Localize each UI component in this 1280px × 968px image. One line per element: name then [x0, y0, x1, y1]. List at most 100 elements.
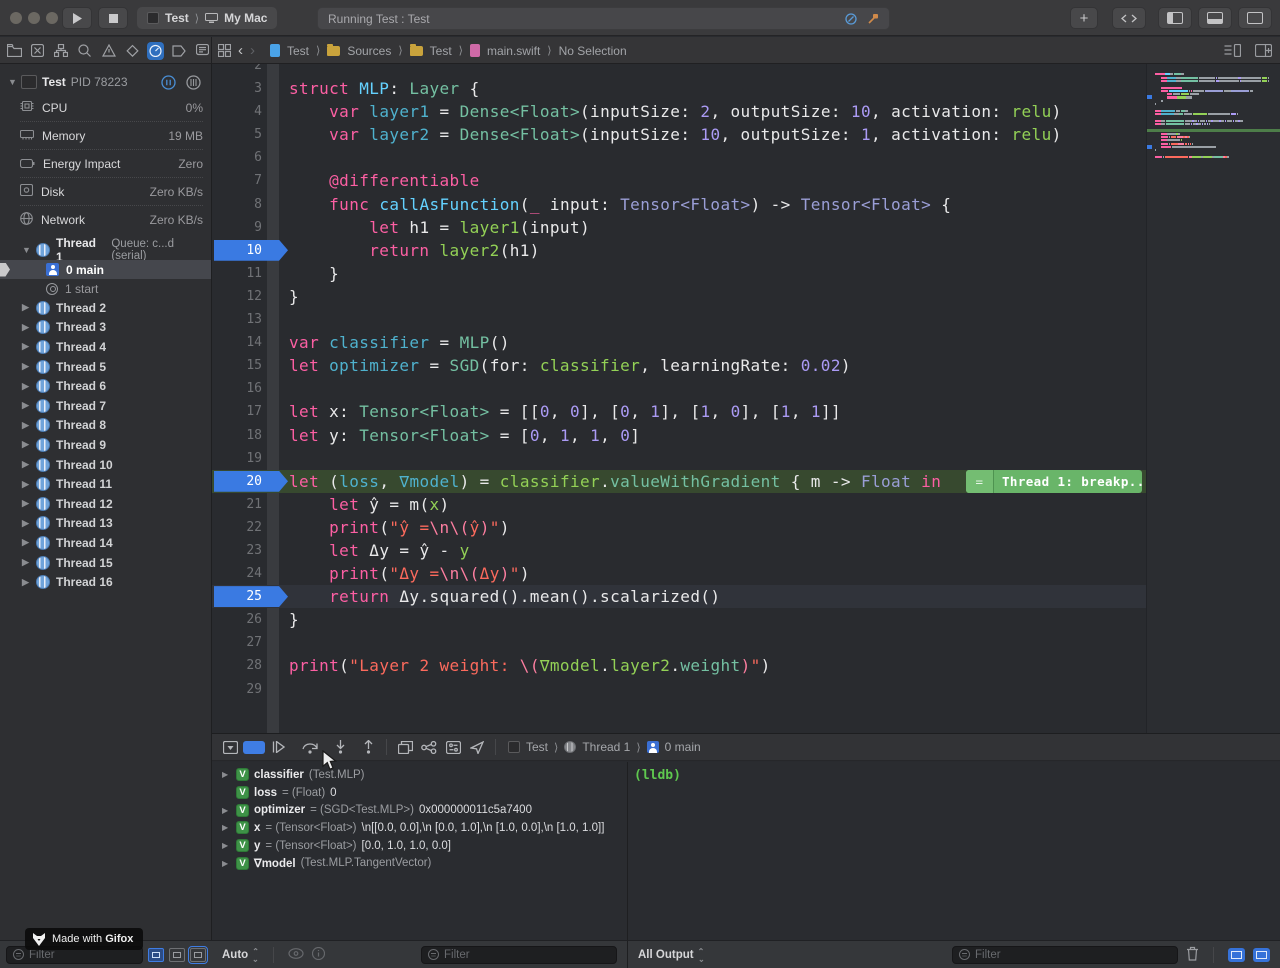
back-button[interactable]: ‹ [238, 42, 243, 59]
thread-row-thread-4[interactable]: ▶Thread 4 [0, 337, 211, 357]
line-number[interactable]: 8 [212, 193, 262, 216]
variable-row-loss[interactable]: Vloss= (Float)0 [212, 784, 627, 802]
pause-process-icon[interactable] [161, 75, 176, 90]
code-line-6[interactable]: 6 [212, 146, 1280, 169]
code-line-13[interactable]: 13 [212, 308, 1280, 331]
line-number[interactable]: 7 [212, 169, 262, 192]
run-button[interactable] [62, 7, 92, 29]
toggle-breakpoints-button[interactable] [242, 737, 266, 757]
disclosure-closed-icon[interactable]: ▶ [22, 341, 30, 352]
breakpoint-annotation[interactable]: =Thread 1: breakp... [966, 470, 1142, 493]
code-line-20[interactable]: 20let (loss, ∇model) = classifier.valueW… [212, 470, 1280, 493]
line-number[interactable]: 21 [212, 493, 262, 516]
thread-row-thread-12[interactable]: ▶Thread 12 [0, 494, 211, 514]
continue-button[interactable] [266, 737, 290, 757]
thread-row-thread-14[interactable]: ▶Thread 14 [0, 533, 211, 553]
filter-running-threads-button[interactable] [148, 948, 164, 962]
line-number[interactable]: 18 [212, 424, 262, 447]
disclosure-closed-icon[interactable]: ▶ [22, 459, 30, 470]
code-line-27[interactable]: 27 [212, 631, 1280, 654]
disclosure-closed-icon[interactable]: ▶ [22, 479, 30, 490]
stop-button[interactable] [98, 7, 128, 29]
thread-row-thread-10[interactable]: ▶Thread 10 [0, 455, 211, 475]
line-number[interactable]: 13 [212, 308, 262, 331]
disclosure-closed-icon[interactable]: ▶ [22, 322, 30, 333]
code-line-7[interactable]: 7 @differentiable [212, 169, 1280, 192]
code-line-24[interactable]: 24 print("Δy =\n\(Δy)") [212, 562, 1280, 585]
line-number[interactable]: 29 [212, 678, 262, 701]
breadcrumb-group-test[interactable]: Test [430, 44, 452, 58]
jump-frame[interactable]: 0 main [665, 740, 701, 754]
filter-stack-frames-button[interactable] [169, 948, 185, 962]
line-number[interactable]: 15 [212, 354, 262, 377]
code-line-25[interactable]: 25 return Δy.squared().mean().scalarized… [212, 585, 1280, 608]
code-line-12[interactable]: 12} [212, 285, 1280, 308]
memory-graph-button[interactable] [417, 737, 441, 757]
thread-row-thread-15[interactable]: ▶Thread 15 [0, 553, 211, 573]
code-line-17[interactable]: 17let x: Tensor<Float> = [[0, 0], [0, 1]… [212, 400, 1280, 423]
disclosure-closed-icon[interactable]: ▶ [222, 841, 231, 850]
code-line-10[interactable]: 10 return layer2(h1) [212, 239, 1280, 262]
tab-test-navigator[interactable] [124, 42, 141, 60]
thread-row-thread-16[interactable]: ▶Thread 16 [0, 572, 211, 592]
line-number[interactable]: 11 [212, 262, 262, 285]
breadcrumb-group-sources[interactable]: Sources [347, 44, 391, 58]
code-line-11[interactable]: 11 } [212, 262, 1280, 285]
close-window-button[interactable] [10, 12, 22, 24]
gauge-row-cpu[interactable]: CPU0% [20, 94, 203, 122]
code-line-21[interactable]: 21 let ŷ = m(x) [212, 493, 1280, 516]
toggle-console-view-button[interactable] [1253, 948, 1270, 962]
variables-view[interactable]: ▶Vclassifier(Test.MLP)Vloss= (Float)0▶Vo… [212, 762, 628, 941]
tab-project-navigator[interactable] [6, 42, 23, 60]
disclosure-open-icon[interactable]: ▼ [22, 245, 30, 255]
debug-view-hierarchy-button[interactable] [393, 737, 417, 757]
disclosure-open-icon[interactable]: ▼ [8, 77, 16, 87]
code-line-19[interactable]: 19 [212, 447, 1280, 470]
code-line-8[interactable]: 8 func callAsFunction(_ input: Tensor<Fl… [212, 193, 1280, 216]
library-add-button[interactable]: + [1070, 7, 1098, 29]
step-over-button[interactable] [298, 737, 322, 757]
line-number[interactable]: 19 [212, 447, 262, 470]
console-filter-input[interactable]: Filter [952, 946, 1178, 964]
disclosure-closed-icon[interactable]: ▶ [222, 770, 231, 779]
variable-row-optimizer[interactable]: ▶Voptimizer= (SGD<Test.MLP>)0x000000011c… [212, 801, 627, 819]
thread-1-row[interactable]: ▼ Thread 1 Queue: c...d (serial) [0, 240, 211, 260]
forward-button[interactable]: › [250, 42, 255, 59]
disclosure-closed-icon[interactable]: ▶ [22, 537, 30, 548]
tab-find-navigator[interactable] [77, 42, 94, 60]
code-line-9[interactable]: 9 let h1 = layer1(input) [212, 216, 1280, 239]
line-number[interactable]: 16 [212, 377, 262, 400]
disclosure-closed-icon[interactable]: ▶ [222, 823, 231, 832]
gauge-row-network[interactable]: NetworkZero KB/s [20, 206, 203, 234]
thread-row-thread-3[interactable]: ▶Thread 3 [0, 318, 211, 338]
code-review-button[interactable] [1112, 7, 1146, 29]
code-line-29[interactable]: 29 [212, 678, 1280, 701]
process-row[interactable]: ▼ Test PID 78223 [0, 70, 211, 94]
toggle-inspectors-button[interactable] [1238, 7, 1272, 29]
tab-debug-navigator[interactable] [147, 42, 164, 60]
variable-row-∇model[interactable]: ▶V∇model(Test.MLP.TangentVector) [212, 854, 627, 872]
thread-row-thread-11[interactable]: ▶Thread 11 [0, 474, 211, 494]
disclosure-closed-icon[interactable]: ▶ [22, 302, 30, 313]
line-number[interactable]: 14 [212, 331, 262, 354]
breadcrumb-selection[interactable]: No Selection [559, 44, 627, 58]
line-number[interactable]: 28 [212, 654, 262, 677]
disclosure-closed-icon[interactable]: ▶ [222, 859, 231, 868]
code-line-22[interactable]: 22 print("ŷ =\n\(ŷ)") [212, 516, 1280, 539]
toggle-navigator-button[interactable] [1158, 7, 1192, 29]
line-number[interactable]: 4 [212, 100, 262, 123]
view-mode-icon[interactable] [186, 75, 201, 90]
breadcrumb-project[interactable]: Test [287, 44, 309, 58]
disclosure-closed-icon[interactable]: ▶ [22, 439, 30, 450]
jump-thread[interactable]: Thread 1 [582, 740, 630, 754]
tab-report-navigator[interactable] [195, 42, 212, 60]
line-number[interactable]: 10 [212, 239, 262, 262]
thread-row-thread-8[interactable]: ▶Thread 8 [0, 416, 211, 436]
disclosure-closed-icon[interactable]: ▶ [22, 577, 30, 588]
line-number[interactable]: 20 [212, 470, 262, 493]
tab-breakpoint-navigator[interactable] [171, 42, 188, 60]
thread-row-thread-5[interactable]: ▶Thread 5 [0, 357, 211, 377]
tab-source-control-navigator[interactable] [30, 42, 47, 60]
line-number[interactable]: 2 [212, 64, 262, 77]
disclosure-closed-icon[interactable]: ▶ [22, 557, 30, 568]
